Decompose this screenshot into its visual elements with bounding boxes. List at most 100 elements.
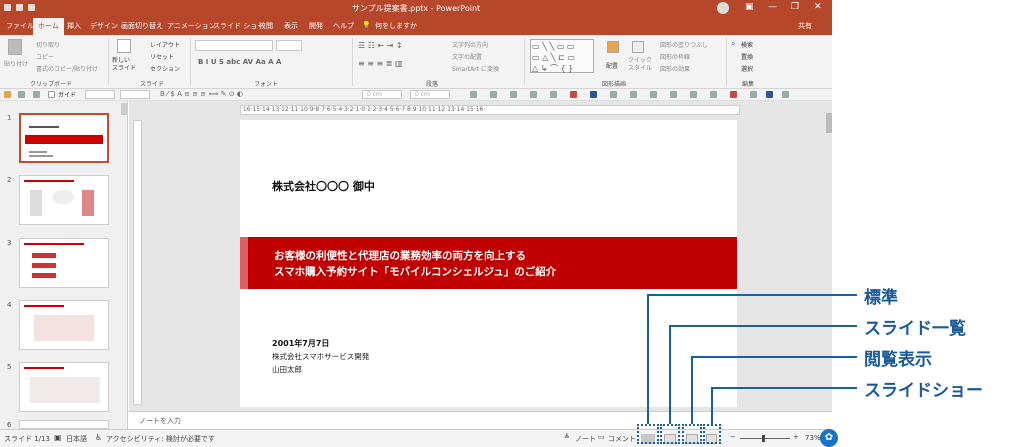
- minimize-button[interactable]: —: [768, 2, 777, 12]
- quick-styles-icon[interactable]: [632, 41, 644, 53]
- person-text[interactable]: 山田太郎: [272, 364, 302, 375]
- user-avatar[interactable]: [717, 2, 729, 14]
- vertical-scrollbar[interactable]: [826, 103, 832, 403]
- align-text-button[interactable]: 文字の配置: [452, 52, 482, 61]
- reset-button[interactable]: リセット: [150, 52, 174, 61]
- tab-review[interactable]: 校閲: [259, 21, 273, 31]
- font-name-dropdown[interactable]: [195, 40, 273, 51]
- tab-view[interactable]: 表示: [284, 21, 298, 31]
- tab-insert[interactable]: 挿入: [67, 21, 81, 31]
- toolbar-icon[interactable]: [690, 91, 697, 98]
- thumb-number: 4: [7, 301, 12, 309]
- tab-slideshow[interactable]: スライド ショー: [213, 21, 264, 31]
- replace-button[interactable]: 置換: [741, 52, 753, 61]
- leader-line-normal-h: [647, 294, 857, 296]
- toolbar-dropdown[interactable]: [120, 90, 150, 99]
- notes-pane[interactable]: ノートを入力: [129, 411, 832, 429]
- new-slide-button[interactable]: 新しい スライド: [112, 57, 136, 73]
- toolbar-icon[interactable]: [550, 91, 557, 98]
- cut-button[interactable]: 切り取り: [36, 40, 60, 49]
- editing-group-label: 編集: [742, 81, 755, 88]
- guide-checkbox[interactable]: [48, 91, 55, 98]
- new-slide-icon[interactable]: [117, 39, 131, 53]
- toolbar-icon[interactable]: [650, 91, 657, 98]
- font-format-buttons[interactable]: B I U S abc AV Aa A A: [198, 58, 281, 66]
- close-button[interactable]: ✕: [814, 2, 822, 12]
- toolbar-icon[interactable]: [530, 91, 537, 98]
- toolbar-icon[interactable]: [630, 91, 637, 98]
- zoom-slider-thumb[interactable]: [762, 435, 765, 442]
- toolbar-icon[interactable]: [510, 91, 517, 98]
- copy-button[interactable]: コピー: [36, 52, 54, 61]
- share-button[interactable]: 共有: [798, 21, 812, 31]
- zoom-in-button[interactable]: +: [793, 433, 799, 441]
- tab-file[interactable]: ファイル: [6, 21, 34, 31]
- section-button[interactable]: セクション: [150, 64, 180, 73]
- paste-icon[interactable]: [8, 39, 22, 55]
- notes-toggle-button[interactable]: ノート: [575, 434, 596, 444]
- toolbar-icon[interactable]: [570, 91, 577, 98]
- toolbar-icon[interactable]: [470, 91, 477, 98]
- date-text[interactable]: 2001年7月7日: [272, 338, 329, 349]
- slide-thumbnail[interactable]: [19, 175, 109, 225]
- shape-effects-button[interactable]: 図形の効果: [660, 64, 690, 73]
- select-button[interactable]: 選択: [741, 64, 753, 73]
- tell-me-search[interactable]: 何をしますか: [375, 21, 417, 31]
- shape-fill-button[interactable]: 図形の塗りつぶし: [660, 40, 708, 49]
- slide-thumbnail[interactable]: [19, 238, 109, 288]
- tab-design[interactable]: デザイン: [90, 21, 118, 31]
- text-direction-button[interactable]: 文字列の方向: [452, 40, 488, 49]
- thumbnails-scrollbar[interactable]: [121, 103, 127, 115]
- language[interactable]: 日本語: [66, 434, 87, 444]
- scroll-thumb[interactable]: [826, 113, 832, 133]
- toolbar-icon[interactable]: [710, 91, 717, 98]
- restore-button[interactable]: ❐: [791, 2, 799, 12]
- align-icon[interactable]: ≡ ≡ ≡ ≣ ▥: [358, 59, 403, 68]
- tab-home[interactable]: ホーム: [33, 18, 64, 35]
- smartart-button[interactable]: SmartArt に変換: [452, 64, 499, 73]
- banner-accent: [240, 237, 248, 289]
- find-button[interactable]: 検索: [741, 40, 753, 49]
- toolbar-icon[interactable]: [750, 91, 757, 98]
- zoom-out-button[interactable]: −: [730, 433, 736, 441]
- bullets-icon[interactable]: ☰ ☷ ⇤ ⇥ ↕: [358, 41, 403, 50]
- comments-button[interactable]: コメント: [608, 434, 636, 444]
- toolbar-icon[interactable]: [730, 91, 737, 98]
- company-text[interactable]: 株式会社スマホサービス開発: [272, 351, 369, 362]
- slide-thumbnail[interactable]: [19, 362, 109, 412]
- accessibility-status[interactable]: アクセシビリティ: 検討が必要です: [106, 434, 215, 444]
- tab-animations[interactable]: アニメーション: [167, 21, 216, 31]
- tab-help[interactable]: ヘルプ: [333, 21, 354, 31]
- toolbar-icon[interactable]: [610, 91, 617, 98]
- ribbon-tabs: ファイル ホーム 挿入 デザイン 画面切り替え アニメーション スライド ショー…: [0, 17, 832, 35]
- toolbar-icon[interactable]: [4, 91, 11, 98]
- toolbar-icon[interactable]: [33, 91, 40, 98]
- toolbar-dropdown[interactable]: [85, 90, 115, 99]
- ribbon-display-options-icon[interactable]: ▣: [745, 2, 754, 12]
- zoom-level[interactable]: 73%: [805, 434, 821, 442]
- toolbar-icon[interactable]: [18, 91, 25, 98]
- toolbar-icon[interactable]: [782, 91, 789, 98]
- toolbar-icon[interactable]: [766, 91, 773, 98]
- zoom-slider[interactable]: [740, 435, 790, 442]
- font-size-dropdown[interactable]: [276, 40, 302, 51]
- toolbar-icon[interactable]: [490, 91, 497, 98]
- slide-thumbnail[interactable]: [19, 420, 109, 429]
- format-painter-button[interactable]: 書式のコピー/貼り付け: [36, 64, 98, 73]
- arrange-button[interactable]: 配置: [606, 61, 618, 70]
- slide-thumbnail[interactable]: [19, 113, 109, 163]
- toolbar-icon[interactable]: [590, 91, 597, 98]
- layout-button[interactable]: レイアウト: [150, 40, 180, 49]
- tab-developer[interactable]: 開発: [309, 21, 323, 31]
- shape-outline-button[interactable]: 図形の枠線: [660, 52, 690, 61]
- slide-thumbnail[interactable]: [19, 300, 109, 350]
- slide-canvas[interactable]: 株式会社〇〇〇 御中 お客様の利便性と代理店の業務効率の両方を向上する スマホ購…: [240, 120, 737, 407]
- toolbar-icon[interactable]: [670, 91, 677, 98]
- quick-styles-button[interactable]: クイック スタイル: [628, 57, 652, 73]
- arrange-icon[interactable]: [607, 41, 619, 53]
- divider: [524, 38, 525, 86]
- tab-transitions[interactable]: 画面切り替え: [121, 21, 163, 31]
- paste-button[interactable]: 貼り付け: [4, 59, 28, 68]
- addressee-text[interactable]: 株式会社〇〇〇 御中: [272, 178, 375, 194]
- title-banner[interactable]: お客様の利便性と代理店の業務効率の両方を向上する スマホ購入予約サイト「モバイル…: [240, 237, 737, 289]
